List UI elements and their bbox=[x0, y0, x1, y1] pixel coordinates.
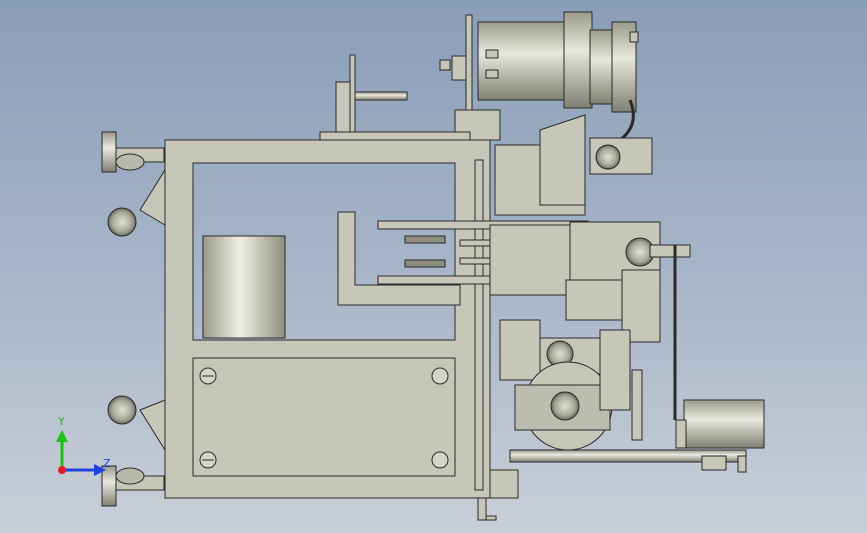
x-axis-dot bbox=[58, 466, 66, 474]
machine-assembly-model[interactable]: Y Z bbox=[0, 0, 867, 533]
z-axis-label: Z bbox=[103, 457, 111, 470]
drive-mechanism[interactable] bbox=[489, 114, 691, 451]
cad-3d-viewport[interactable]: Y Z bbox=[0, 0, 867, 533]
caster-bottom[interactable] bbox=[101, 395, 166, 507]
coordinate-triad: Y Z bbox=[56, 415, 111, 476]
caster-top[interactable] bbox=[101, 131, 166, 237]
tank-cylinder[interactable] bbox=[202, 235, 286, 339]
y-axis-label: Y bbox=[57, 415, 65, 428]
top-motor-assembly[interactable] bbox=[439, 11, 639, 142]
